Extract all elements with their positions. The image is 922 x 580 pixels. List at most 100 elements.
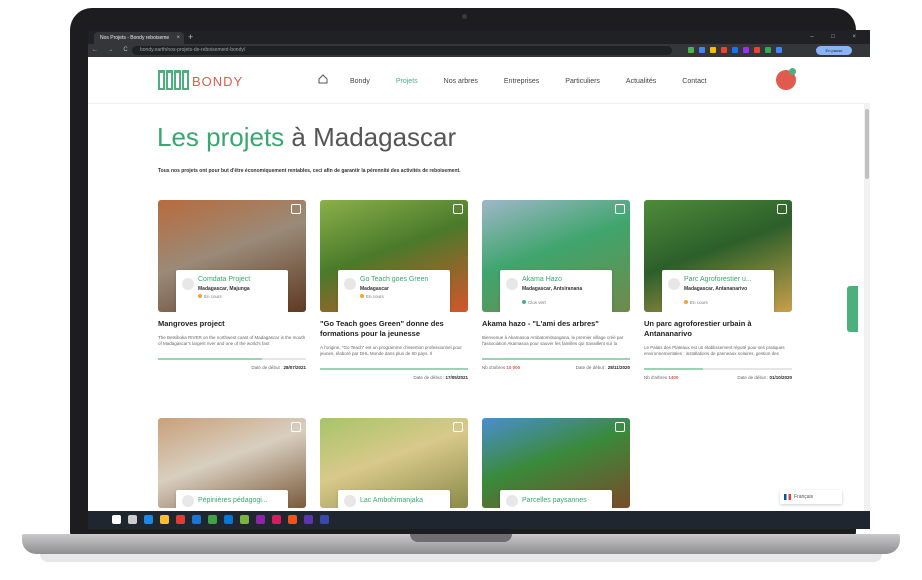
window-controls[interactable]: – □ ×	[810, 31, 864, 43]
project-photo: Parc Agroforestier u... Madagascar, Antan…	[644, 200, 792, 312]
project-card[interactable]: Go Teach goes Green Madagascar En cours "G…	[320, 200, 468, 380]
logo-trees-icon	[158, 70, 189, 90]
taskbar-app-icon[interactable]	[192, 515, 201, 524]
project-name: Pépinières pédagogi...	[198, 497, 268, 504]
tab-title: Nos Projets - Bondy reboiseme	[100, 35, 170, 41]
taskbar-app-icon[interactable]	[256, 515, 265, 524]
project-card[interactable]: Lac Ambohimanjaka	[320, 418, 468, 508]
extension-icon[interactable]	[710, 47, 716, 53]
side-share-widget[interactable]	[847, 286, 858, 332]
profile-button[interactable]: En pause	[816, 46, 852, 55]
project-name: Go Teach goes Green	[360, 276, 429, 283]
project-card[interactable]: Akama Hazo Madagascar, Antsiranana Clos v…	[482, 200, 630, 370]
taskbar-app-icon[interactable]	[304, 515, 313, 524]
progress-bar	[158, 358, 306, 360]
taskbar-app-icon[interactable]	[272, 515, 281, 524]
language-selector[interactable]: Français	[780, 490, 842, 504]
home-icon[interactable]	[318, 74, 328, 84]
bondy-logo[interactable]: BONDY	[158, 70, 243, 90]
extension-icons[interactable]	[688, 47, 782, 54]
status-dot-icon	[684, 300, 688, 304]
project-logo-icon	[506, 278, 518, 290]
project-card[interactable]: Pépinières pédagogi...	[158, 418, 306, 508]
project-card[interactable]: Comdata Project Madagascar, Majunga En co…	[158, 200, 306, 370]
nav-item-particuliers[interactable]: Particuliers	[565, 78, 600, 85]
scrollbar[interactable]	[864, 103, 870, 513]
project-description: The Betsiboka RIVER on the northwest coa…	[158, 335, 306, 346]
project-name: Lac Ambohimanjaka	[360, 497, 424, 504]
project-status: En cours	[198, 294, 222, 299]
favorite-icon[interactable]	[615, 204, 625, 214]
new-tab-button[interactable]: +	[188, 31, 193, 43]
taskbar-app-icon[interactable]	[224, 515, 233, 524]
project-status: En cours	[684, 300, 708, 305]
status-dot-icon	[360, 294, 364, 298]
project-meta: Date de début : 17/05/2021	[413, 375, 468, 380]
extension-icon[interactable]	[765, 47, 771, 53]
nav-item-nos-arbres[interactable]: Nos arbres	[444, 78, 478, 85]
tab-close-icon[interactable]: ×	[176, 32, 180, 44]
project-card[interactable]: Parcelles paysannes	[482, 418, 630, 508]
extension-icon[interactable]	[732, 47, 738, 53]
address-toolbar: ← → C bondy.earth/nos-projets-de-reboise…	[88, 44, 870, 57]
extension-icon[interactable]	[721, 47, 727, 53]
project-status: En cours	[360, 294, 384, 299]
project-description: Le Palais des Plateaux est un établissem…	[644, 345, 785, 356]
site-header: BONDY Bondy Projets Nos arbres Entreprises P…	[88, 57, 870, 104]
favorite-icon[interactable]	[777, 204, 787, 214]
browser-tab[interactable]: Nos Projets - Bondy reboiseme ×	[94, 32, 184, 44]
favorite-icon[interactable]	[453, 204, 463, 214]
favorite-icon[interactable]	[453, 422, 463, 432]
nav-buttons[interactable]: ← → C	[92, 44, 132, 57]
nav-item-projets[interactable]: Projets	[396, 78, 418, 85]
taskbar-app-icon[interactable]	[208, 515, 217, 524]
project-title[interactable]: Akama hazo - "L'ami des arbres"	[482, 319, 630, 329]
project-logo-icon	[668, 278, 680, 290]
taskbar-app-icon[interactable]	[240, 515, 249, 524]
url-bar[interactable]: bondy.earth/nos-projets-de-reboisement-b…	[132, 46, 672, 55]
project-logo-icon	[182, 278, 194, 290]
taskbar-app-icon[interactable]	[320, 515, 329, 524]
nav-item-actualités[interactable]: Actualités	[626, 78, 656, 85]
progress-bar	[320, 368, 468, 370]
nav-item-bondy[interactable]: Bondy	[350, 78, 370, 85]
taskbar-app-icon[interactable]	[128, 515, 137, 524]
project-meta: Nb d'arbres 1400 Date de début : 01/10/2…	[644, 375, 792, 380]
extension-icon[interactable]	[776, 47, 782, 53]
project-logo-icon	[344, 278, 356, 290]
project-card[interactable]: Parc Agroforestier u... Madagascar, Antan…	[644, 200, 792, 380]
project-location: Madagascar, Majunga	[198, 286, 250, 292]
project-logo-icon	[182, 495, 194, 507]
taskbar-app-icon[interactable]	[288, 515, 297, 524]
project-photo: Comdata Project Madagascar, Majunga En co…	[158, 200, 306, 312]
taskbar-app-icon[interactable]	[112, 515, 121, 524]
project-logo-icon	[506, 495, 518, 507]
extension-icon[interactable]	[743, 47, 749, 53]
taskbar-app-icon[interactable]	[176, 515, 185, 524]
project-description: A l'origine, "Go Teach" est un programme…	[320, 345, 462, 356]
project-meta: Date de début : 28/07/2021	[251, 365, 306, 370]
taskbar-app-icon[interactable]	[160, 515, 169, 524]
extension-icon[interactable]	[688, 47, 694, 53]
nav-item-contact[interactable]: Contact	[682, 78, 706, 85]
project-label: Comdata Project Madagascar, Majunga En co…	[176, 270, 288, 312]
project-label: Go Teach goes Green Madagascar En cours	[338, 270, 450, 312]
project-photo: Parcelles paysannes	[482, 418, 630, 508]
nav-item-entreprises[interactable]: Entreprises	[504, 78, 539, 85]
project-description: Bienvenue à Akamasoa Ambatomitsangana, l…	[482, 335, 624, 346]
project-location: Madagascar, Antananarivo	[684, 286, 748, 292]
laptop-notch	[410, 534, 512, 542]
extension-icon[interactable]	[754, 47, 760, 53]
favorite-icon[interactable]	[291, 204, 301, 214]
project-title[interactable]: "Go Teach goes Green" donne des formatio…	[320, 319, 468, 339]
project-title[interactable]: Mangroves project	[158, 319, 306, 329]
taskbar-app-icon[interactable]	[144, 515, 153, 524]
favorite-icon[interactable]	[615, 422, 625, 432]
cart-badge	[789, 68, 796, 75]
progress-bar	[644, 368, 792, 370]
flag-fr-icon	[784, 494, 791, 500]
extension-icon[interactable]	[699, 47, 705, 53]
project-title[interactable]: Un parc agroforestier urbain à Antananar…	[644, 319, 792, 339]
status-dot-icon	[522, 300, 526, 304]
favorite-icon[interactable]	[291, 422, 301, 432]
